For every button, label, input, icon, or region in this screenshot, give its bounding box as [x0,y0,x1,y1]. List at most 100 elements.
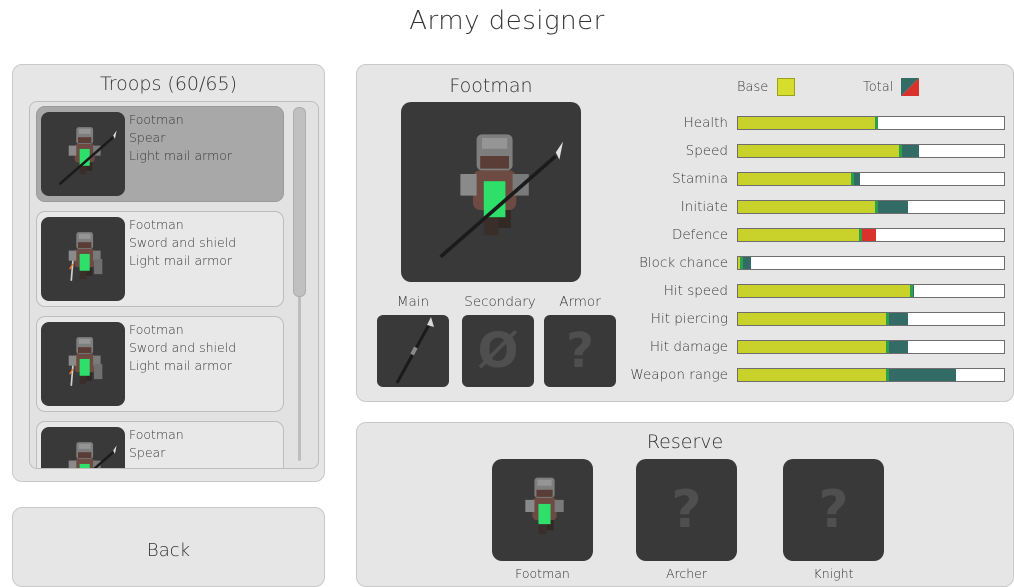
stat-row-hit-speed: Hit speed [587,282,1007,300]
stat-label: Hit speed [663,283,728,299]
unknown-icon: ? [671,480,702,540]
stat-bar-bonus [887,341,908,353]
stat-row-weapon-range: Weapon range [587,366,1007,384]
legend-total-label: Total [863,80,894,95]
main-weapon-slot[interactable] [377,315,449,387]
stat-bar-marker [899,145,902,157]
stat-label: Defence [671,227,728,243]
reserve-title: Reserve [646,431,724,453]
stat-bar-marker [910,285,913,297]
stat-bar-base [738,341,887,353]
stat-bar-marker [740,257,743,269]
stat-label: Speed [685,143,728,159]
stat-row-hit-piercing: Hit piercing [587,310,1007,328]
stat-bar [737,340,1005,354]
troop-weapon: Sword and shield [129,340,237,355]
stat-bar [737,256,1005,270]
footman-sword-shield-icon [41,322,125,406]
stat-bar [737,116,1005,130]
troop-card[interactable]: Footman Spear Light mail armor [36,106,284,202]
unknown-icon: ? [818,480,849,540]
troop-weapon: Spear [129,445,166,460]
stat-bar-bonus [876,201,908,213]
stat-label: Hit piercing [650,311,728,327]
back-button[interactable]: Back [12,507,325,587]
stat-bar-base [738,201,876,213]
stat-bar-marker [875,117,878,129]
stat-label: Block chance [639,255,728,271]
scroll-thumb[interactable] [293,107,306,297]
troop-list-scrollbar[interactable] [293,105,307,465]
reserve-unit-label: Footman [515,566,570,581]
reserve-unit-footman[interactable] [492,459,593,561]
stat-bar [737,284,1005,298]
stat-label: Initiate [680,199,728,215]
footman-spear-icon [41,427,125,468]
troop-card[interactable]: Footman Sword and shield Light mail armo… [36,211,284,307]
stat-bar [737,200,1005,214]
stat-bar-base [738,173,852,185]
stat-row-stamina: Stamina [587,170,1007,188]
troop-unit-type: Footman [129,322,184,337]
stat-bar [737,144,1005,158]
stat-bar-base [738,313,887,325]
troop-armor: Light mail armor [129,358,233,373]
troop-armor: Light mail armor [129,253,233,268]
stat-bar-marker [886,369,889,381]
stat-row-health: Health [587,114,1007,132]
troop-list[interactable]: Footman Spear Light mail armor Footman S… [29,101,319,469]
stat-bar-penalty [860,229,876,241]
stat-bar-base [738,145,900,157]
troop-unit-type: Footman [129,427,184,442]
troop-unit-type: Footman [129,217,184,232]
stat-bar-bonus [887,313,908,325]
troop-weapon: Spear [129,130,166,145]
troop-weapon: Sword and shield [129,235,237,250]
troop-unit-type: Footman [129,112,184,127]
stat-row-hit-damage: Hit damage [587,338,1007,356]
troop-card[interactable]: Footman Spear [36,421,284,468]
empty-slot-icon: Ø [477,323,519,379]
stat-bar [737,368,1005,382]
stat-row-block-chance: Block chance [587,254,1007,272]
back-button-label: Back [146,540,191,561]
stat-bar-marker [875,201,878,213]
stat-label: Stamina [672,171,728,187]
reserve-unit-label: Knight [813,566,854,581]
legend-base-label: Base [737,80,769,95]
stat-label: Health [683,115,728,131]
stat-bar [737,312,1005,326]
stat-bar-marker [886,341,889,353]
main-slot-label: Main [396,294,430,310]
spear-icon [395,317,434,384]
reserve-unit-knight[interactable]: ? [783,459,884,561]
page-title: Army designer [409,6,605,36]
stat-bar [737,228,1005,242]
stat-row-initiate: Initiate [587,198,1007,216]
footman-icon [525,477,564,535]
troops-title: Troops (60/65) [99,73,238,95]
stat-row-speed: Speed [587,142,1007,160]
stat-bar-marker [851,173,854,185]
unit-name: Footman [449,75,533,97]
reserve-panel: Reserve Footman ? Archer ? Knight [356,422,1014,587]
stat-bar-marker [886,313,889,325]
stat-bar-base [738,285,911,297]
unit-details-panel: Footman Main Secondary Armor Ø ? Base To… [356,64,1014,402]
legend-base-swatch [777,78,795,96]
stat-bar-base [738,117,876,129]
secondary-weapon-slot[interactable]: Ø [462,315,534,387]
stat-bar-base [738,229,860,241]
footman-sword-shield-icon [41,217,125,301]
secondary-slot-label: Secondary [464,294,536,310]
stat-bar-bonus [900,145,919,157]
stat-row-defence: Defence [587,226,1007,244]
reserve-unit-archer[interactable]: ? [636,459,737,561]
stat-bar [737,172,1005,186]
stat-bar-base [738,369,887,381]
troops-panel: Troops (60/65) Footman Spear Light mail … [12,64,325,482]
reserve-unit-label: Archer [665,566,708,581]
stat-label: Weapon range [630,367,728,383]
troop-armor: Light mail armor [129,148,233,163]
troop-card[interactable]: Footman Sword and shield Light mail armo… [36,316,284,412]
